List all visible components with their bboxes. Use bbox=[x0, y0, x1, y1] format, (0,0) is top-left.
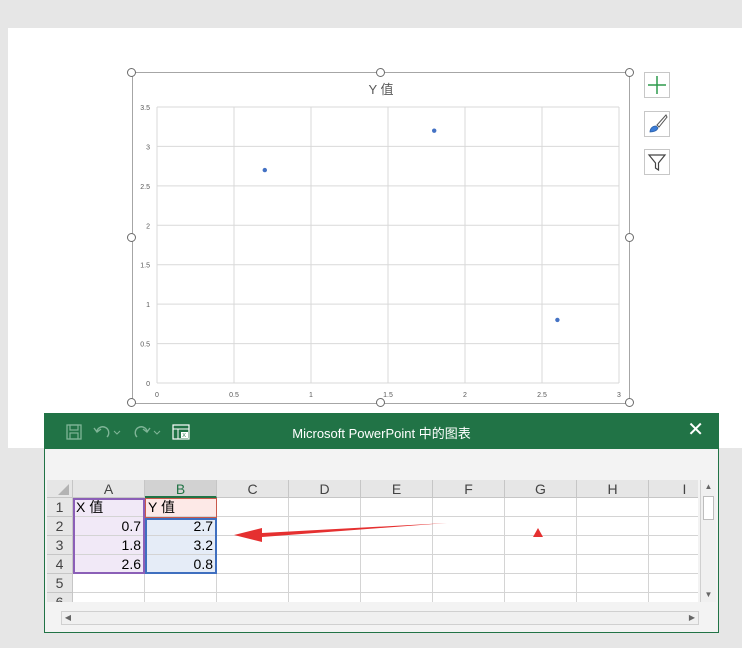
annotation-arrow bbox=[234, 523, 543, 542]
